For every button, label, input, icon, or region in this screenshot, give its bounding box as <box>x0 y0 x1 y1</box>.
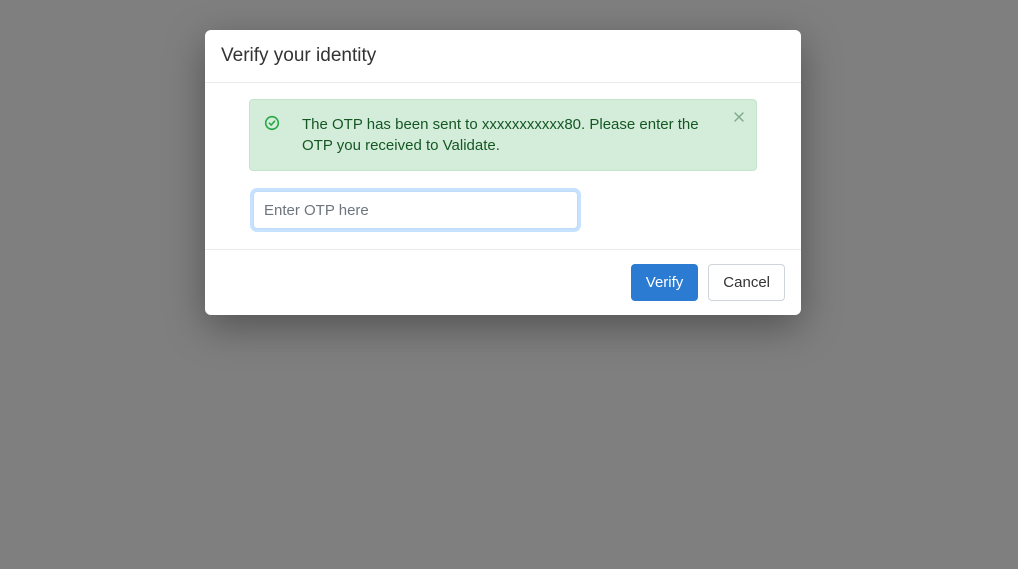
verify-identity-modal: Verify your identity The OTP has been se… <box>205 30 801 315</box>
modal-body: The OTP has been sent to xxxxxxxxxxx80. … <box>205 83 801 250</box>
modal-footer: Verify Cancel <box>205 250 801 315</box>
otp-input[interactable] <box>253 191 578 229</box>
cancel-button[interactable]: Cancel <box>708 264 785 301</box>
close-icon <box>734 112 744 122</box>
otp-row <box>249 191 757 229</box>
alert-message: The OTP has been sent to xxxxxxxxxxx80. … <box>302 114 724 156</box>
success-alert: The OTP has been sent to xxxxxxxxxxx80. … <box>249 99 757 171</box>
modal-title: Verify your identity <box>221 45 785 67</box>
verify-button[interactable]: Verify <box>631 264 699 301</box>
check-circle-icon <box>264 115 280 131</box>
alert-close-button[interactable] <box>732 110 746 124</box>
modal-header: Verify your identity <box>205 30 801 83</box>
